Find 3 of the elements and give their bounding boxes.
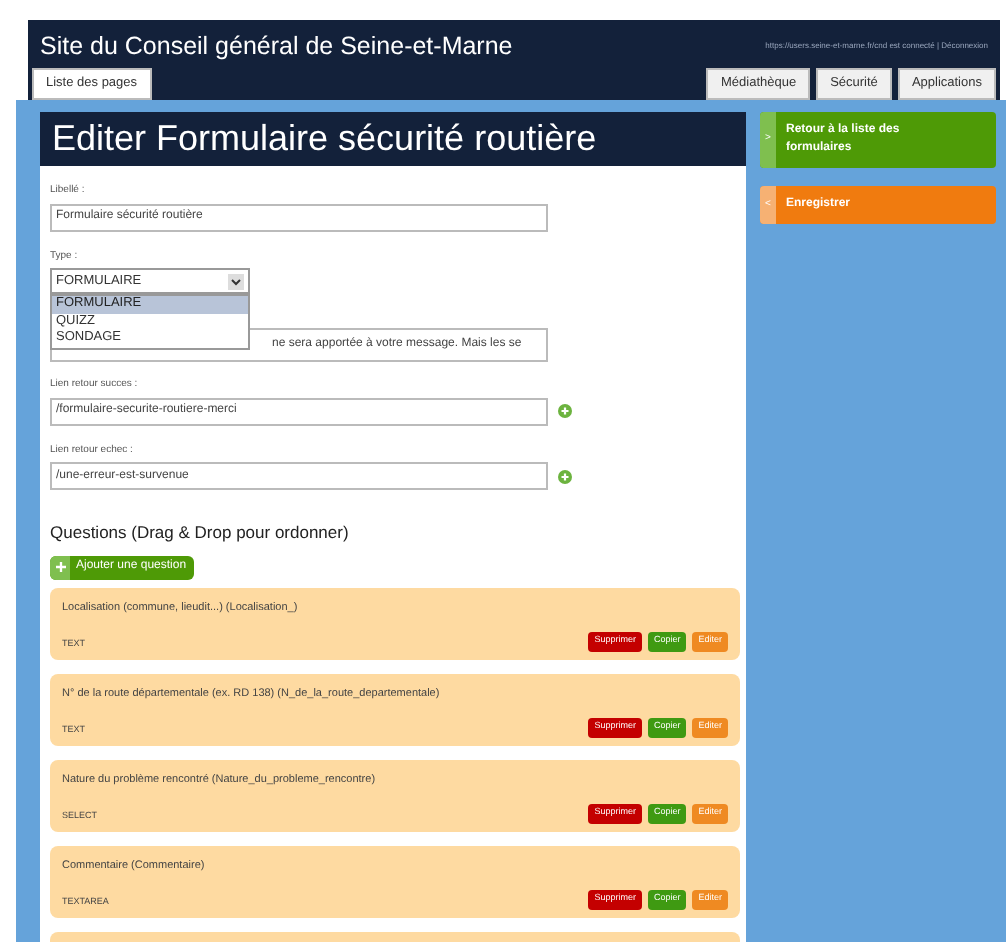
page-title: Editer Formulaire sécurité routière xyxy=(40,112,746,166)
site-title: Site du Conseil général de Seine-et-Marne xyxy=(40,30,513,64)
section-heading: Questions (Drag & Drop pour ordonner) xyxy=(50,520,351,546)
